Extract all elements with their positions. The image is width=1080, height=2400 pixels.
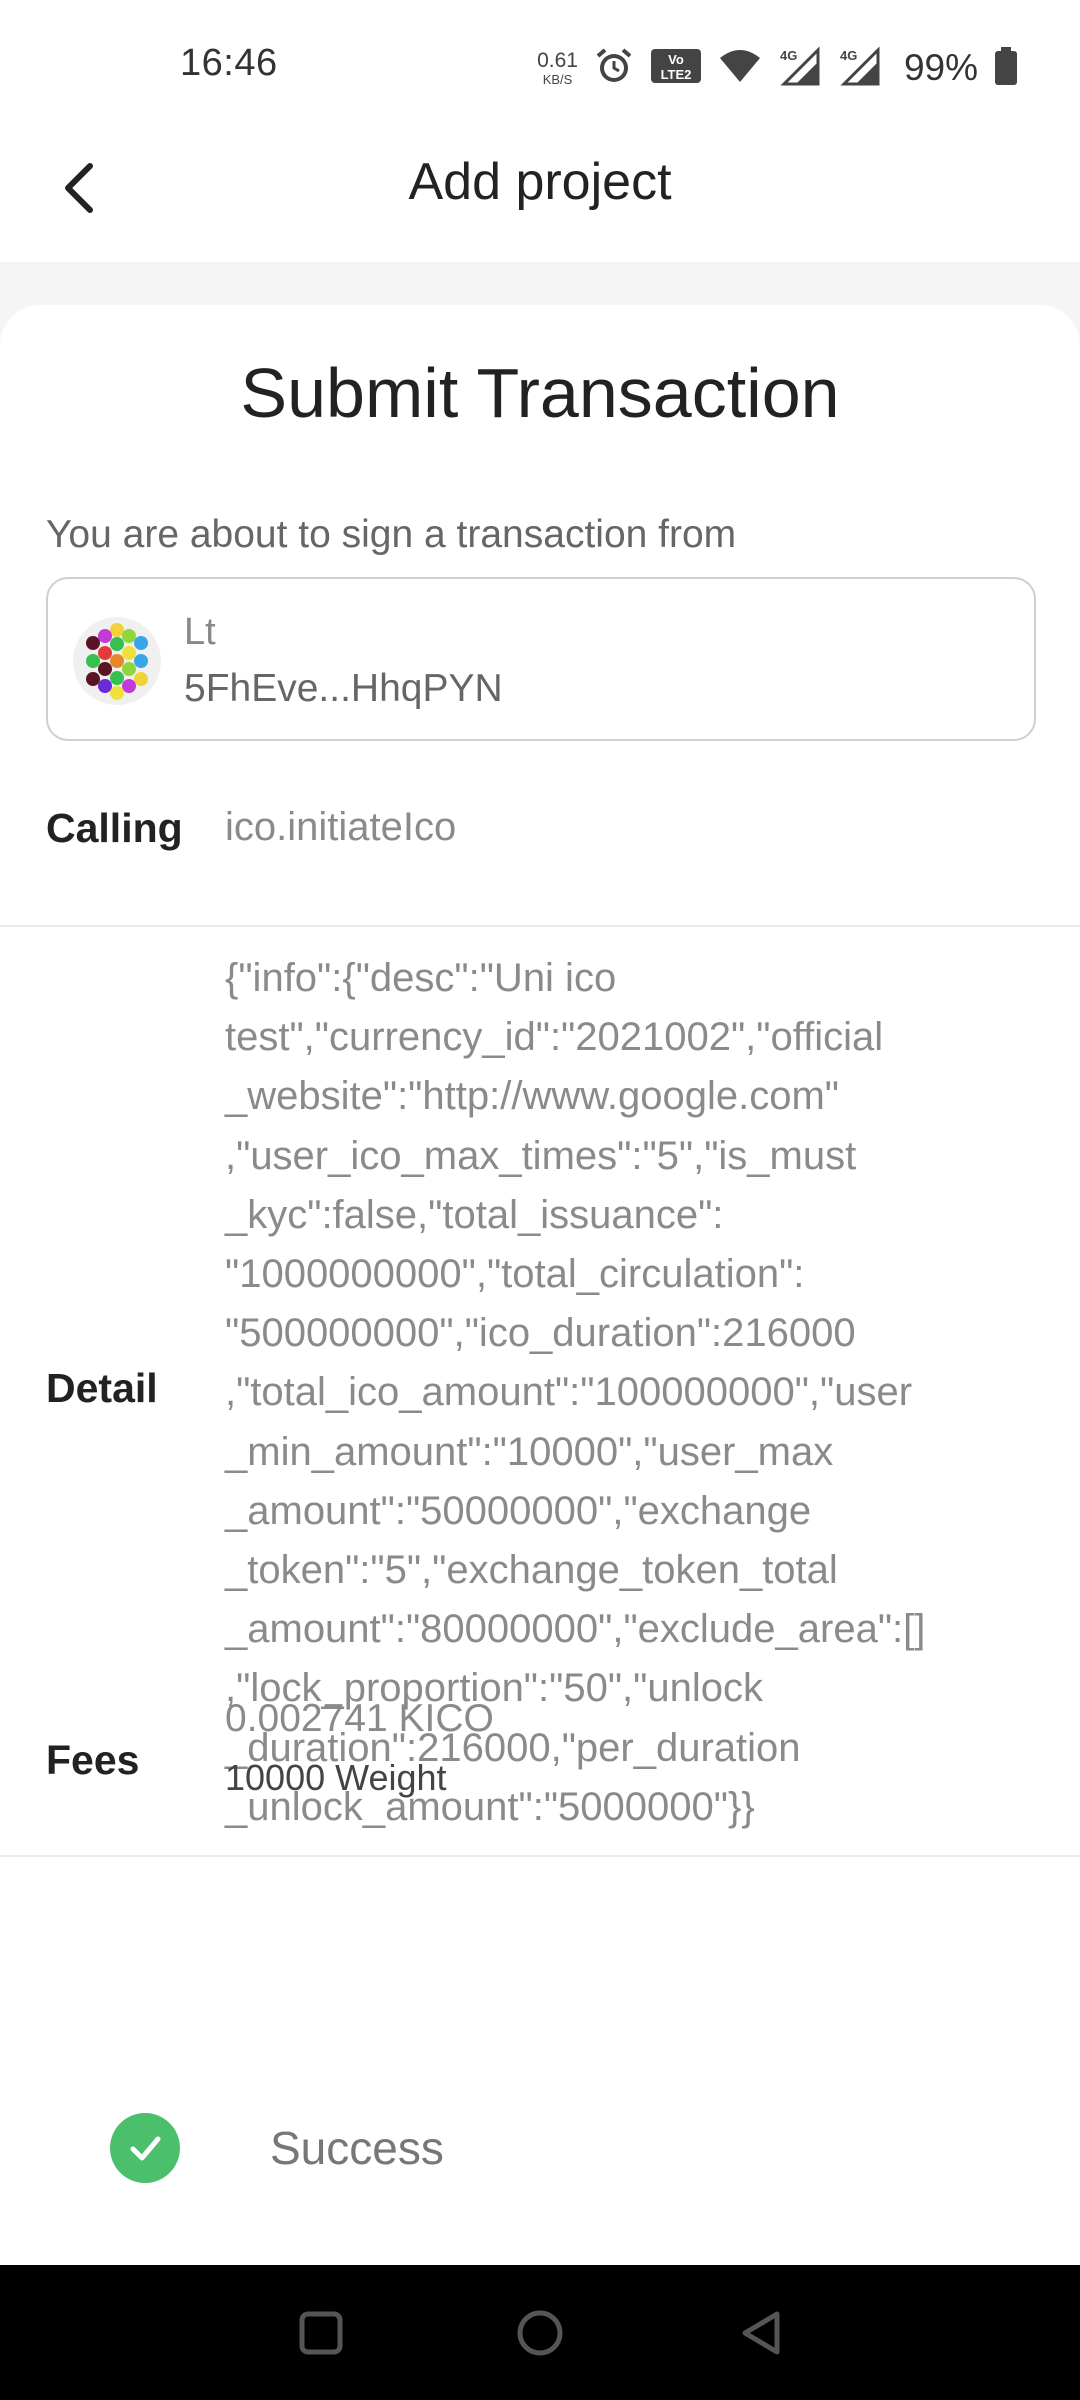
fees-weight: 10000 Weight	[225, 1757, 447, 1798]
home-button[interactable]	[500, 2295, 580, 2375]
fees-label: Fees	[46, 1737, 140, 1783]
network-speed: 0.61 KB/S	[537, 50, 578, 86]
transaction-card: Submit Transaction You are about to sign…	[0, 305, 1080, 2265]
sign-from-label: You are about to sign a transaction from	[46, 513, 737, 556]
battery-percent: 99%	[903, 47, 978, 88]
status-icons: 0.61 KB/S Vo LTE2 4G 4G 99%	[537, 42, 1018, 94]
fees-amount: 0.002741 KICO	[225, 1697, 494, 1740]
calling-value: ico.initiateIco	[225, 805, 457, 849]
signal-icon: 4G	[778, 45, 822, 91]
check-circle-icon	[110, 2113, 180, 2183]
system-nav-bar	[0, 2265, 1080, 2400]
nav-back-button[interactable]	[722, 2295, 802, 2375]
transaction-title: Submit Transaction	[240, 354, 840, 432]
battery-icon	[994, 46, 1018, 91]
network-type-1: 4G	[780, 48, 797, 63]
volte-icon: Vo LTE2	[650, 48, 702, 89]
divider	[0, 925, 1080, 927]
status-time: 16:46	[180, 42, 278, 84]
network-type-2: 4G	[840, 48, 857, 63]
identicon-avatar	[72, 616, 162, 706]
account-name: Lt	[184, 611, 216, 653]
page-title: Add project	[408, 153, 672, 211]
account-selector[interactable]: Lt 5FhEve...HhqPYN	[46, 577, 1036, 741]
status-bar: 16:46 0.61 KB/S Vo LTE2 4G 4G 99%	[0, 0, 1080, 132]
account-address: 5FhEve...HhqPYN	[184, 667, 503, 710]
network-speed-value: 0.61	[537, 49, 578, 72]
recents-icon	[298, 2310, 344, 2361]
signal-icon: 4G	[838, 45, 882, 91]
recents-button[interactable]	[281, 2295, 361, 2375]
divider	[0, 1855, 1080, 1857]
alarm-icon	[594, 46, 634, 91]
app-header: Add project	[0, 132, 1080, 262]
network-speed-unit: KB/S	[542, 72, 573, 87]
home-icon	[515, 2308, 565, 2363]
svg-text:LTE2: LTE2	[661, 67, 692, 82]
svg-text:Vo: Vo	[668, 52, 684, 67]
wifi-icon	[718, 48, 762, 89]
back-icon	[737, 2308, 787, 2363]
status-text: Success	[270, 2122, 444, 2174]
detail-label: Detail	[46, 1365, 158, 1411]
screen: 16:46 0.61 KB/S Vo LTE2 4G 4G 99% Add pr…	[0, 0, 1080, 2400]
calling-label: Calling	[46, 805, 183, 851]
